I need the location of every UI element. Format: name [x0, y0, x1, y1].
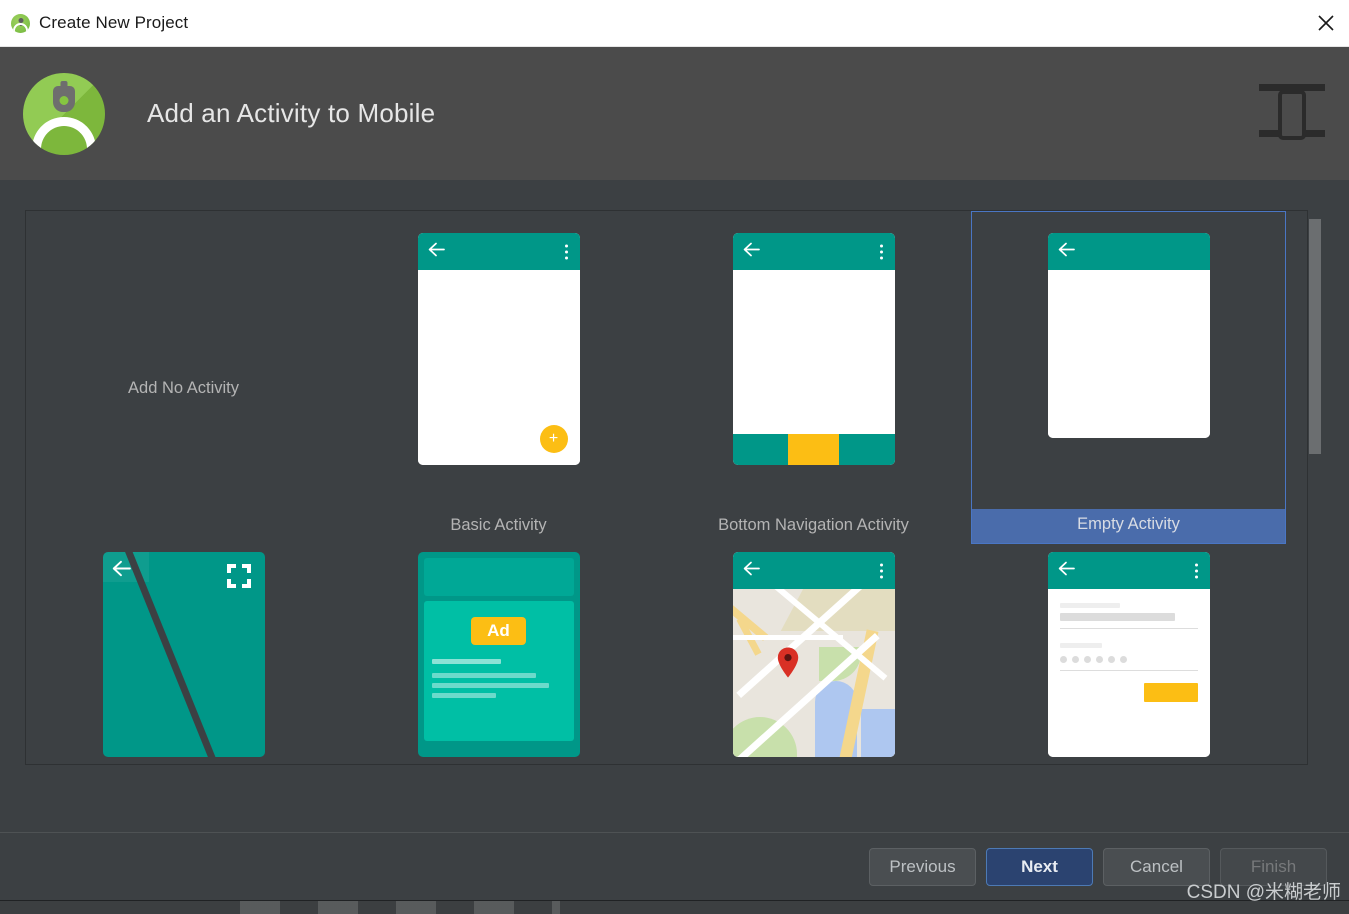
activity-template-grid: Add No Activity + Basic Activity Bottom … [26, 211, 1288, 764]
map-water [860, 709, 895, 757]
login-form-mock [1047, 589, 1210, 757]
template-thumbnail-basic: + [341, 233, 656, 510]
mobile-device-icon [1255, 80, 1329, 148]
template-card-fullscreen-activity[interactable] [26, 544, 341, 764]
login-password-dots [1059, 656, 1198, 663]
appbar [732, 552, 895, 589]
fullscreen-diagonal-accent [116, 552, 236, 757]
phone-content: + [417, 270, 580, 465]
template-label: Bottom Navigation Activity [718, 516, 909, 534]
bottom-nav-item [839, 434, 895, 465]
floating-action-button-icon: + [539, 425, 568, 453]
overflow-menu-icon [1194, 563, 1198, 578]
template-card-google-maps-activity[interactable] [656, 544, 971, 764]
wizard-content: Add No Activity + Basic Activity Bottom … [0, 180, 1349, 832]
template-label: Basic Activity [450, 516, 547, 534]
ad-topbar [423, 558, 574, 596]
login-username-value [1059, 613, 1176, 621]
appbar [1047, 233, 1210, 270]
phone-mockup [1047, 552, 1210, 757]
login-password-underline [1059, 670, 1198, 671]
template-card-admob-ads-activity[interactable]: Ad [341, 544, 656, 764]
android-studio-icon [11, 13, 30, 33]
map-road [732, 635, 843, 640]
logo-compass-head [53, 86, 75, 113]
dialog-title: Create New Project [39, 13, 189, 32]
phone-mockup: Ad [417, 552, 580, 757]
previous-button[interactable]: Previous [869, 847, 976, 886]
fullscreen-expand-icon [226, 564, 251, 588]
scrollbar-thumb[interactable] [1309, 219, 1321, 454]
template-thumbnail-fullscreen [26, 552, 341, 764]
activity-template-panel: Add No Activity + Basic Activity Bottom … [25, 210, 1308, 765]
ad-badge: Ad [471, 617, 526, 645]
template-card-bottom-navigation-activity[interactable]: Bottom Navigation Activity [656, 211, 971, 544]
template-panel-scrollbar[interactable] [1308, 211, 1322, 764]
template-card-basic-activity[interactable]: + Basic Activity [341, 211, 656, 544]
phone-mockup [732, 233, 895, 465]
finish-button: Finish [1220, 847, 1327, 886]
bottom-nav-item-active [787, 434, 840, 465]
template-thumbnail-none: Add No Activity [26, 233, 341, 544]
appbar [732, 233, 895, 270]
template-card-add-no-activity[interactable]: Add No Activity [26, 211, 341, 544]
back-arrow-icon [112, 560, 131, 582]
back-arrow-icon [1058, 242, 1075, 262]
map-pin-icon [777, 647, 799, 678]
appbar [1047, 552, 1210, 589]
back-arrow-icon [743, 561, 760, 581]
back-arrow-icon [1058, 561, 1075, 581]
login-username-underline [1059, 628, 1198, 629]
back-arrow-icon [743, 242, 760, 262]
phone-content [732, 270, 895, 434]
template-thumbnail-admob: Ad [341, 552, 656, 764]
phone-mockup: + [417, 233, 580, 465]
template-card-empty-activity[interactable]: Empty Activity [971, 211, 1286, 544]
phone-mockup [102, 552, 265, 757]
bottom-nav-item [732, 434, 788, 465]
template-thumbnail-bottom-navigation [656, 233, 971, 510]
wizard-header: Add an Activity to Mobile [0, 47, 1349, 180]
overflow-menu-icon [879, 563, 883, 578]
create-new-project-dialog: Create New Project Add an Activity to Mo… [0, 0, 1349, 900]
next-button[interactable]: Next [986, 847, 1093, 886]
back-arrow-icon [428, 242, 445, 262]
ad-panel: Ad [423, 601, 574, 741]
template-thumbnail-maps [656, 552, 971, 764]
phone-mockup [732, 552, 895, 757]
phone-content [1047, 270, 1210, 438]
phone-mockup [1047, 233, 1210, 438]
overflow-menu-icon [564, 244, 568, 259]
template-label: Add No Activity [128, 379, 239, 397]
bottom-navigation-bar [732, 434, 895, 465]
page-title: Add an Activity to Mobile [147, 98, 436, 128]
map-canvas [732, 589, 895, 757]
overflow-menu-icon [879, 244, 883, 259]
wizard-footer: Previous Next Cancel Finish [0, 832, 1349, 900]
close-icon[interactable] [1303, 0, 1349, 46]
login-password-label [1059, 643, 1103, 648]
ad-placeholder-text [431, 659, 566, 698]
appbar [417, 233, 580, 270]
cancel-button[interactable]: Cancel [1103, 847, 1210, 886]
android-studio-logo [23, 72, 105, 155]
template-label-selected: Empty Activity [972, 509, 1285, 543]
template-thumbnail-empty [972, 233, 1285, 509]
template-thumbnail-login [971, 552, 1286, 764]
template-card-login-activity[interactable] [971, 544, 1286, 764]
login-submit-button-mock [1143, 683, 1198, 702]
dialog-titlebar: Create New Project [0, 0, 1349, 47]
login-username-label [1059, 603, 1121, 608]
